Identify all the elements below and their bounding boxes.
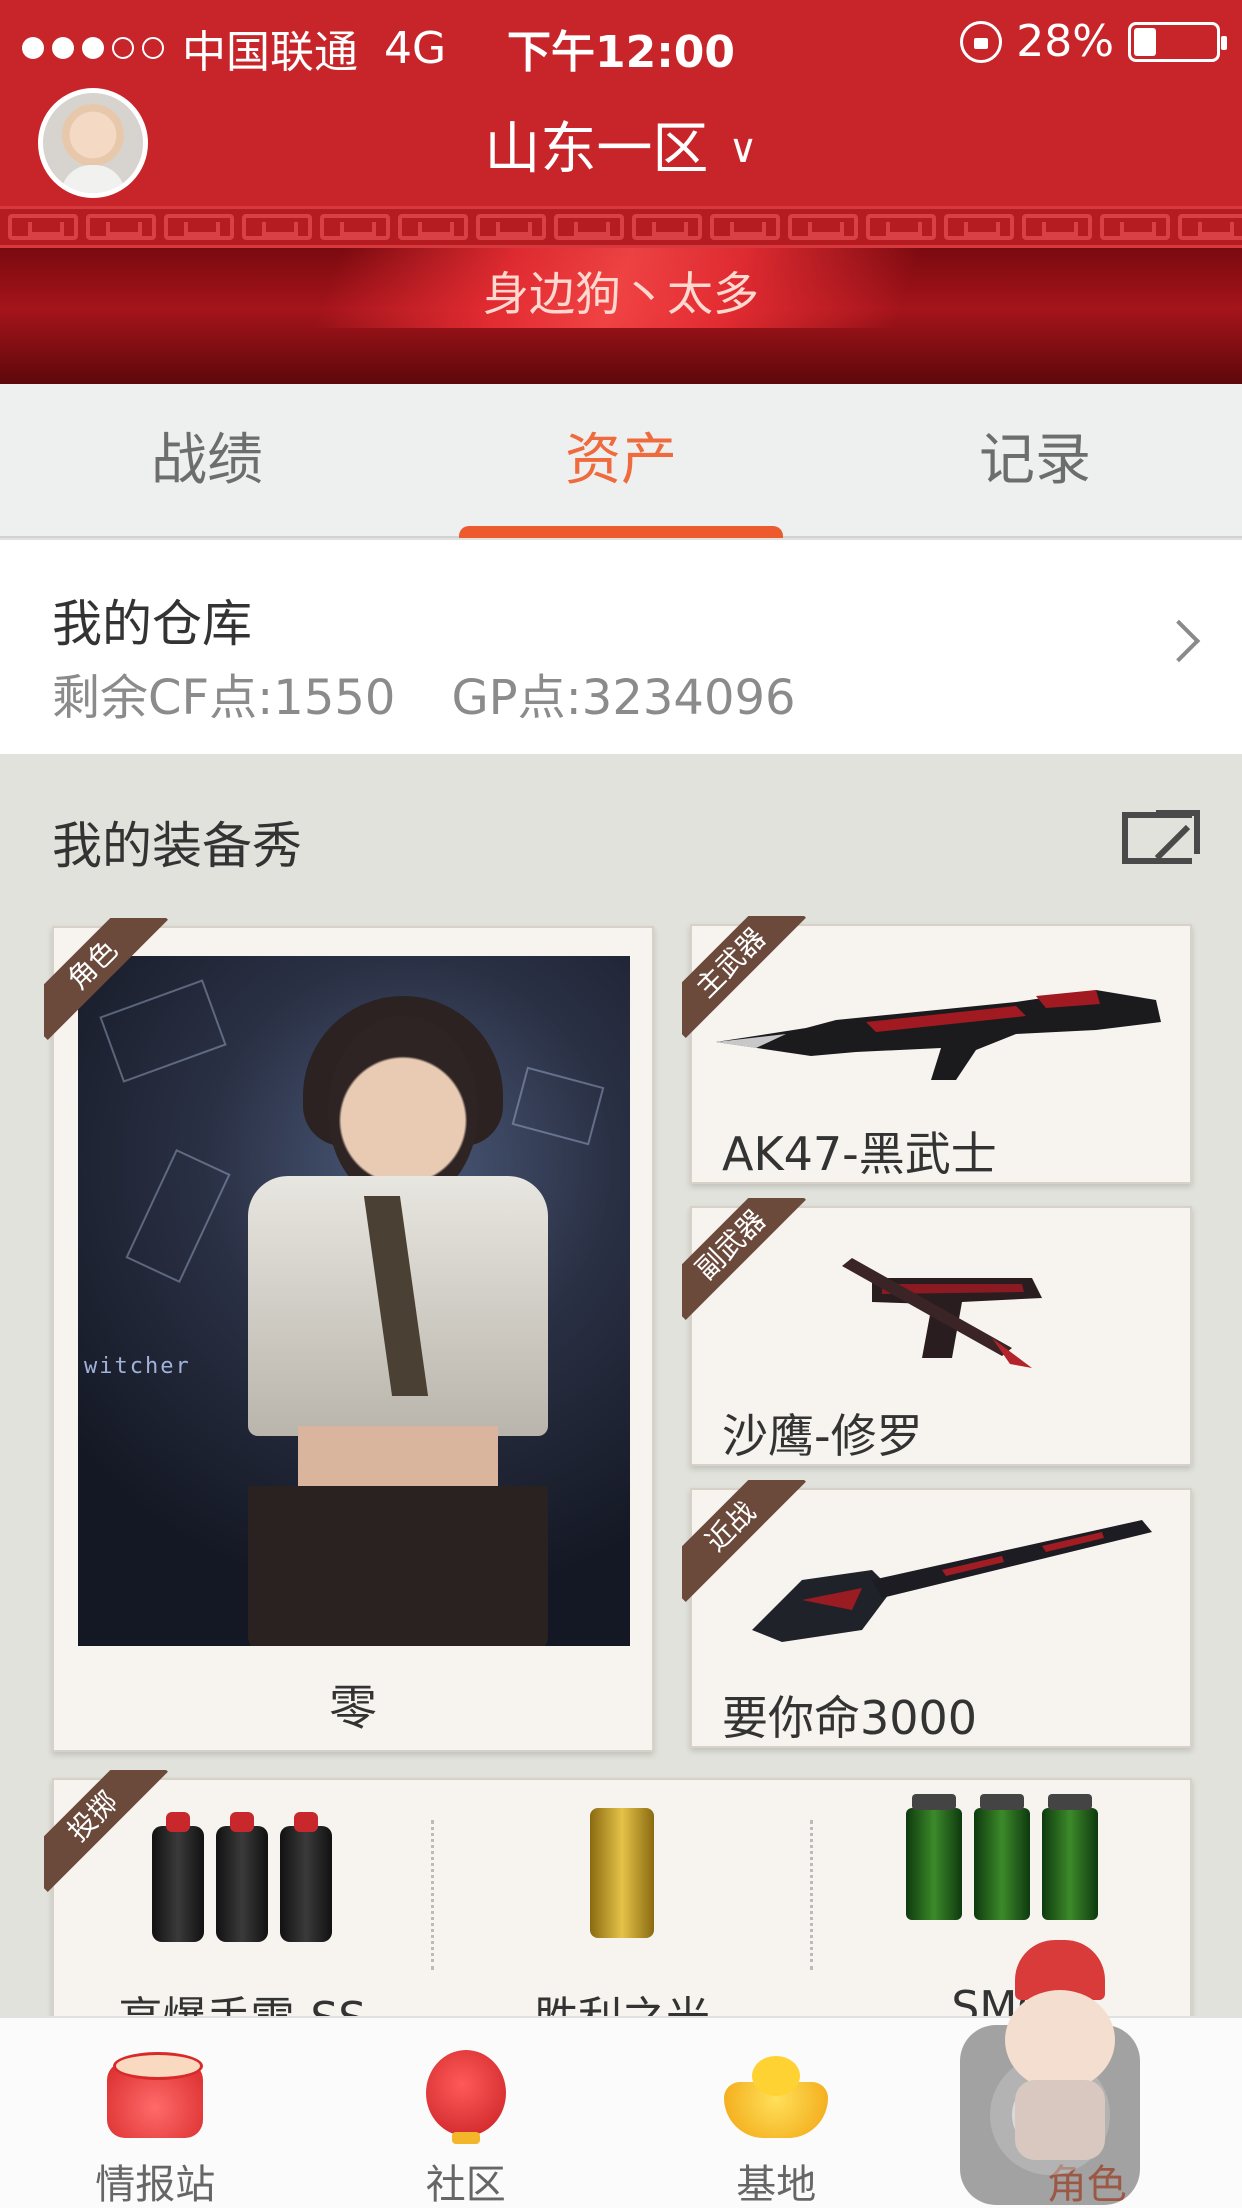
warehouse-title: 我的仓库 bbox=[52, 595, 252, 653]
equipment-show-title: 我的装备秀 bbox=[52, 817, 302, 875]
warehouse-points: 剩余CF点:1550 GP点:3234096 bbox=[52, 658, 796, 728]
melee-weapon-name: 要你命3000 bbox=[722, 1691, 978, 1745]
status-bar: 中国联通 4G 下午12:00 28% bbox=[0, 0, 1242, 84]
server-name: 山东一区 bbox=[484, 117, 709, 182]
nav-label: 情报站 bbox=[95, 2162, 216, 2208]
primary-weapon-name: AK47-黑武士 bbox=[722, 1127, 997, 1181]
status-right: 28% bbox=[960, 16, 1227, 67]
drum-icon bbox=[93, 2042, 217, 2142]
share-icon[interactable] bbox=[1122, 810, 1200, 864]
character-badge: 角色 bbox=[44, 918, 174, 1048]
character-image-tag: witcher bbox=[84, 1354, 191, 1379]
melee-weapon-badge: 近战 bbox=[682, 1480, 812, 1610]
flashbang-icon bbox=[434, 1808, 811, 1938]
gp-points: GP点:3234096 bbox=[451, 670, 796, 726]
lantern-icon bbox=[404, 2042, 528, 2144]
smoke-grenade-icon bbox=[813, 1794, 1190, 1920]
cf-points: 剩余CF点:1550 bbox=[52, 670, 396, 726]
secondary-weapon-card[interactable]: 沙鹰-修罗 副武器 bbox=[682, 1198, 1192, 1466]
character-name: 零 bbox=[328, 1680, 377, 1736]
secondary-weapon-badge: 副武器 bbox=[682, 1198, 812, 1328]
throwables-badge: 投掷 bbox=[44, 1770, 174, 1900]
player-name: 身边狗丶太多 bbox=[483, 267, 759, 321]
player-banner: 身边狗丶太多 bbox=[0, 248, 1242, 384]
tab-record[interactable]: 战绩 bbox=[0, 384, 414, 536]
server-selector[interactable]: 山东一区 ∨ bbox=[0, 104, 1242, 185]
nav-intel[interactable]: 情报站 bbox=[0, 2018, 311, 2208]
rotation-lock-icon bbox=[960, 20, 1003, 63]
nav-label: 基地 bbox=[736, 2162, 817, 2208]
primary-weapon-card[interactable]: AK47-黑武士 主武器 bbox=[682, 916, 1192, 1184]
melee-weapon-card[interactable]: 要你命3000 近战 bbox=[682, 1480, 1192, 1748]
battery-icon bbox=[1128, 21, 1227, 62]
nav-community[interactable]: 社区 bbox=[311, 2018, 622, 2208]
nav-label: 社区 bbox=[425, 2162, 506, 2208]
chevron-down-icon: ∨ bbox=[728, 126, 758, 172]
gold-ingot-icon bbox=[714, 2042, 838, 2142]
mascot-icon[interactable] bbox=[975, 1940, 1145, 2170]
tab-bar: 战绩 资产 记录 bbox=[0, 384, 1242, 538]
tab-history[interactable]: 记录 bbox=[828, 384, 1242, 536]
header: 中国联通 4G 下午12:00 28% 山东一区 ∨ 身边狗丶太多 bbox=[0, 0, 1242, 384]
character-image: witcher bbox=[78, 956, 630, 1646]
decorative-border bbox=[0, 206, 1242, 248]
throwable-item[interactable]: 胜利之光 bbox=[430, 1808, 811, 2044]
app-screen: 中国联通 4G 下午12:00 28% 山东一区 ∨ 身边狗丶太多 战绩 资产 记… bbox=[0, 0, 1242, 2208]
primary-weapon-badge: 主武器 bbox=[682, 916, 812, 1046]
chevron-right-icon bbox=[1157, 619, 1201, 663]
nav-base[interactable]: 基地 bbox=[621, 2018, 932, 2208]
battery-percent: 28% bbox=[1016, 16, 1114, 67]
pistol-icon bbox=[842, 1258, 1042, 1368]
warehouse-row[interactable]: 我的仓库 剩余CF点:1550 GP点:3234096 bbox=[0, 540, 1242, 754]
tab-assets[interactable]: 资产 bbox=[414, 384, 828, 538]
character-card[interactable]: witcher 零 角色 bbox=[44, 918, 654, 1752]
secondary-weapon-name: 沙鹰-修罗 bbox=[722, 1409, 923, 1463]
